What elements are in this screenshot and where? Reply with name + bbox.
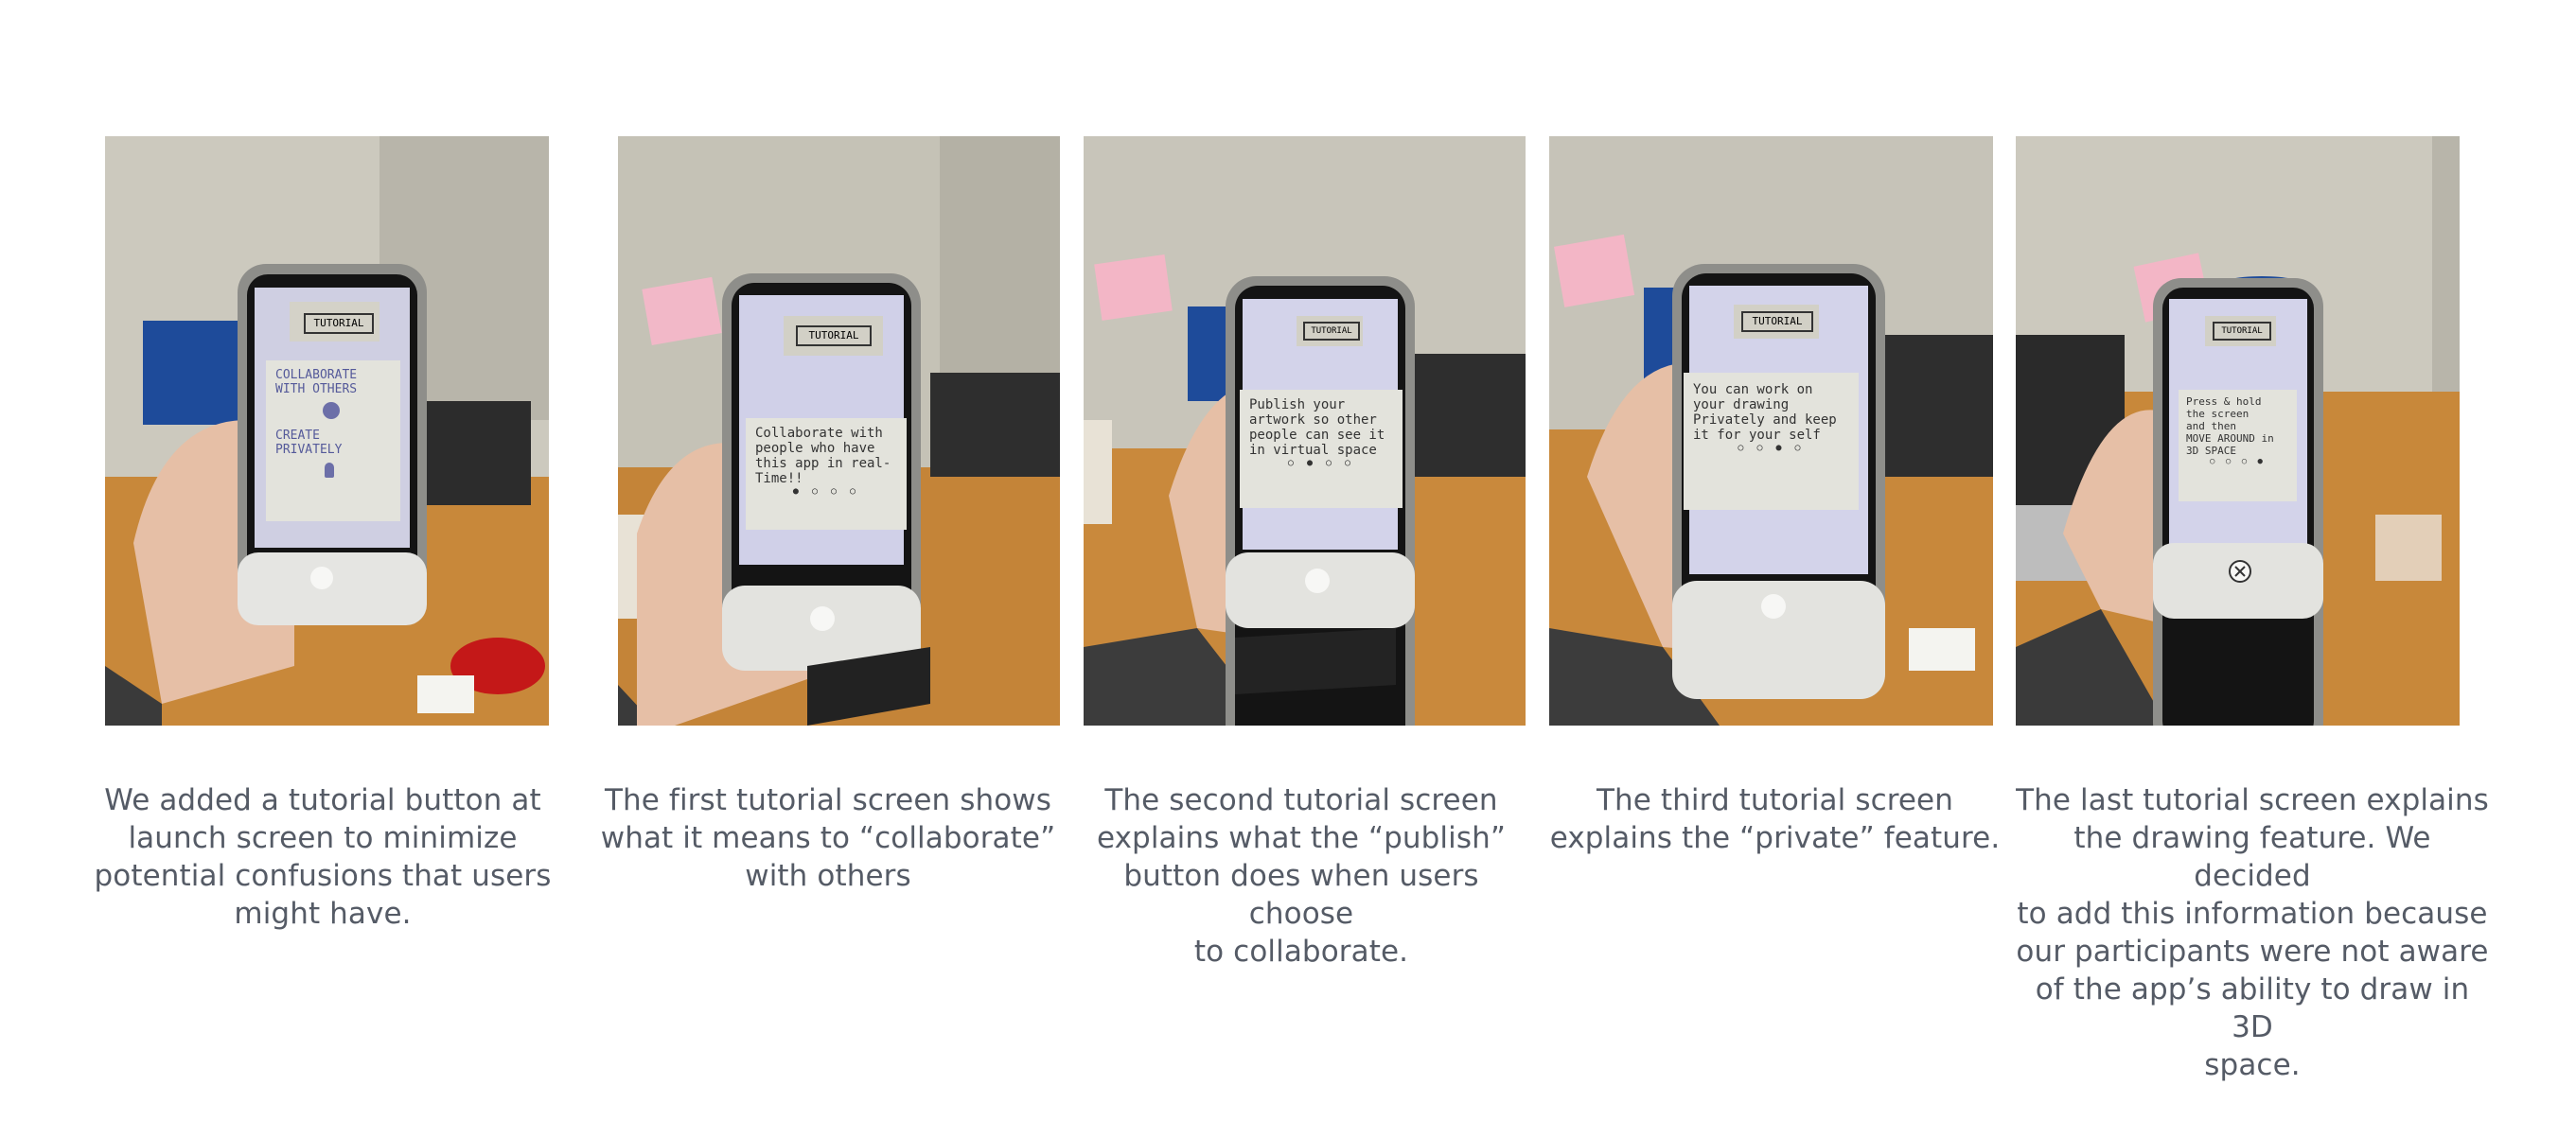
caption-3: The second tutorial screen explains what… [1069, 781, 1533, 971]
tutorial-photo-4: TUTORIAL You can work on your drawing Pr… [1549, 136, 1993, 726]
card-line: MOVE AROUND in [2186, 432, 2274, 445]
phone-screen-label: TUTORIAL [796, 325, 872, 346]
caption-line: potential confusions that users [94, 859, 552, 893]
card-line: Privately and keep [1693, 412, 1837, 428]
caption-line: to collaborate. [1193, 935, 1409, 969]
card-line: PRIVATELY [275, 443, 343, 457]
card-line: people can see it [1249, 428, 1385, 443]
card-line: and then [2186, 420, 2236, 432]
card-line: people who have [755, 441, 875, 456]
caption-line: We added a tutorial button at [104, 783, 541, 817]
collaborate-icon [323, 402, 340, 419]
tutorial-photo-2: TUTORIAL Collaborate with people who hav… [618, 136, 1060, 726]
caption-line: with others [745, 859, 911, 893]
card-line: in virtual space [1249, 443, 1377, 458]
caption-line: space. [2204, 1048, 2301, 1082]
caption-4: The third tutorial screen explains the “… [1541, 781, 2009, 857]
tutorial-card: Collaborate with people who have this ap… [746, 418, 907, 530]
tutorial-photo-5: TUTORIAL Press & hold the screen and the… [2016, 136, 2460, 726]
tutorial-card: Publish your artwork so other people can… [1240, 390, 1403, 508]
card-line: COLLABORATE [275, 368, 358, 382]
card-line: 3D SPACE [2186, 445, 2236, 457]
private-icon [325, 463, 334, 478]
caption-line: explains the “private” feature. [1549, 821, 2001, 855]
caption-2: The first tutorial screen shows what it … [596, 781, 1060, 895]
caption-line: to add this information because [2017, 897, 2488, 931]
page-dots: ○ ○ ● ○ [1738, 443, 1805, 453]
card-line: Publish your [1249, 397, 1346, 412]
page-dots: ○ ○ ○ ● [2210, 457, 2266, 466]
card-line: your drawing [1693, 397, 1790, 412]
page-dots: ● ○ ○ ○ [792, 486, 860, 497]
caption-line: button does when users choose [1123, 859, 1479, 931]
phone-screen-label: TUTORIAL [1303, 322, 1360, 341]
card-line: Collaborate with [755, 426, 883, 441]
caption-line: our participants were not aware [2016, 935, 2489, 969]
caption-line: The third tutorial screen [1597, 783, 1953, 817]
caption-line: the drawing feature. We decided [2073, 821, 2431, 893]
phone-screen-label: TUTORIAL [2213, 322, 2271, 341]
card-line: the screen [2186, 408, 2250, 420]
caption-line: explains what the “publish” [1096, 821, 1506, 855]
tutorial-photo-3: TUTORIAL Publish your artwork so other p… [1084, 136, 1526, 726]
card-line: Press & hold [2186, 395, 2262, 408]
caption-line: what it means to “collaborate” [600, 821, 1056, 855]
card-line: WITH OTHERS [275, 382, 358, 396]
tutorial-photo-1: TUTORIAL COLLABORATE WITH OTHERS CREATE … [105, 136, 549, 726]
caption-line: launch screen to minimize [128, 821, 518, 855]
tutorial-card: COLLABORATE WITH OTHERS CREATE PRIVATELY [266, 360, 400, 521]
phone-screen-label: TUTORIAL [1741, 311, 1813, 332]
card-line: You can work on [1693, 382, 1813, 397]
phone-screen-label: TUTORIAL [304, 313, 374, 334]
card-line: Time!! [755, 471, 803, 486]
tutorial-card: You can work on your drawing Privately a… [1684, 373, 1859, 510]
tutorial-card: Press & hold the screen and then MOVE AR… [2179, 390, 2297, 501]
caption-line: The second tutorial screen [1104, 783, 1498, 817]
card-line: CREATE [275, 429, 320, 443]
page-dots: ○ ● ○ ○ [1287, 458, 1355, 468]
caption-5: The last tutorial screen explains the dr… [2011, 781, 2494, 1084]
card-line: this app in real- [755, 456, 891, 471]
caption-line: The first tutorial screen shows [605, 783, 1051, 817]
caption-line: might have. [234, 897, 412, 931]
caption-1: We added a tutorial button at launch scr… [91, 781, 555, 933]
card-line: it for your self [1693, 428, 1821, 443]
caption-line: The last tutorial screen explains [2016, 783, 2489, 817]
card-line: artwork so other [1249, 412, 1377, 428]
caption-line: of the app’s ability to draw in 3D [2035, 972, 2470, 1044]
